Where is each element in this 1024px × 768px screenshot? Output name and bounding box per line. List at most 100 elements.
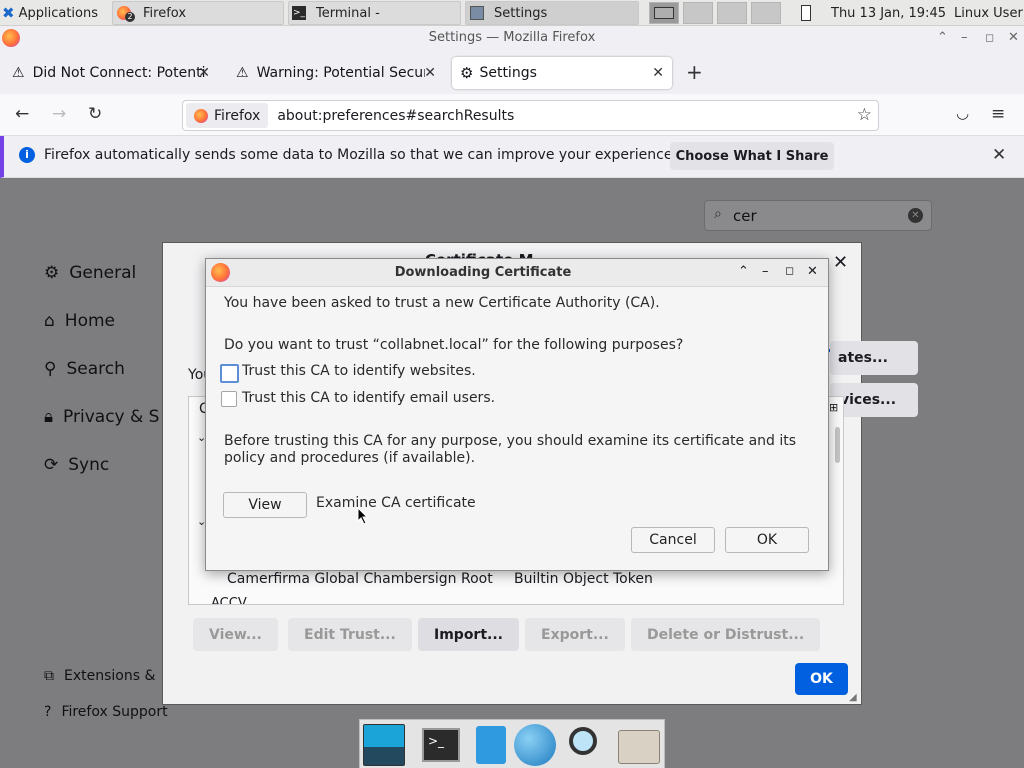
back-icon[interactable]: ← xyxy=(15,104,29,124)
user-menu[interactable]: Linux User xyxy=(954,1,1023,25)
new-tab-icon[interactable]: + xyxy=(686,60,703,84)
nav-label: Search xyxy=(66,359,125,379)
advice-text: Before trusting this CA for any purpose,… xyxy=(224,433,797,466)
tab-label: Warning: Potential Securi xyxy=(256,65,425,81)
web-browser-icon[interactable] xyxy=(514,724,556,766)
applications-label: Applications xyxy=(18,5,98,21)
close-window-icon[interactable]: ✕ xyxy=(1008,26,1019,50)
tab-warning[interactable]: ⚠ Warning: Potential Securi ✕ xyxy=(228,57,444,89)
import-button[interactable]: Import... xyxy=(418,618,519,651)
ok-button[interactable]: OK xyxy=(725,527,809,553)
warning-icon: ⚠ xyxy=(236,65,249,81)
button-label: Import... xyxy=(434,626,503,643)
forward-icon[interactable]: → xyxy=(52,104,66,124)
task-terminal[interactable]: >_ Terminal - xyxy=(288,1,461,25)
dialog-title: Downloading Certificate xyxy=(394,265,572,280)
hamburger-menu-icon[interactable]: ≡ xyxy=(991,104,1005,124)
task-firefox[interactable]: 2 Firefox xyxy=(112,1,284,25)
minimize-icon[interactable]: – xyxy=(961,26,968,50)
view-ca-button[interactable]: View xyxy=(223,492,307,518)
edit-trust-button[interactable]: Edit Trust... xyxy=(288,618,412,651)
show-desktop-icon[interactable] xyxy=(363,724,405,766)
workspace-2[interactable] xyxy=(683,2,713,24)
url-bar[interactable]: Firefox about:preferences#searchResults … xyxy=(182,100,879,131)
folder-icon[interactable] xyxy=(618,724,660,766)
trust-websites-label[interactable]: Trust this CA to identify websites. xyxy=(242,363,476,379)
nav-search[interactable]: ⚲ Search xyxy=(44,359,125,379)
nav-label: Sync xyxy=(68,455,110,475)
nav-extensions[interactable]: ⧉ Extensions & xyxy=(44,668,155,684)
nav-home[interactable]: ⌂ Home xyxy=(44,311,115,331)
chevron-up-icon[interactable]: ⌃ xyxy=(937,26,948,50)
nav-privacy[interactable]: 🔒︎ Privacy & S xyxy=(44,407,159,427)
close-tab-icon[interactable]: ✕ xyxy=(424,65,436,81)
dock: >_ xyxy=(359,719,665,768)
maximize-icon[interactable]: ◻ xyxy=(785,264,794,277)
url-text[interactable]: about:preferences#searchResults xyxy=(277,108,514,124)
tab-did-not-connect[interactable]: ⚠ Did Not Connect: Potenti ✕ xyxy=(4,57,218,89)
choose-what-i-share-button[interactable]: Choose What I Share xyxy=(670,142,834,170)
cancel-button[interactable]: Cancel xyxy=(631,527,715,553)
export-button[interactable]: Export... xyxy=(525,618,625,651)
cert-group-next[interactable]: ACCV xyxy=(211,594,247,604)
close-tab-icon[interactable]: ✕ xyxy=(198,65,210,81)
view-cert-button[interactable]: View... xyxy=(193,618,278,651)
trust-email-label[interactable]: Trust this CA to identify email users. xyxy=(242,390,495,406)
button-label: OK xyxy=(810,671,833,687)
app-finder-icon[interactable] xyxy=(564,724,606,766)
close-dialog-icon[interactable]: ✕ xyxy=(833,252,848,273)
minimize-icon[interactable]: – xyxy=(762,264,769,279)
view-caption: Examine CA certificate xyxy=(316,495,476,511)
delete-distrust-button[interactable]: Delete or Distrust... xyxy=(631,618,821,651)
tab-settings[interactable]: ⚙ Settings ✕ xyxy=(452,57,672,89)
chevron-up-icon[interactable]: ⌃ xyxy=(738,264,749,279)
close-tab-icon[interactable]: ✕ xyxy=(652,65,664,81)
data-notification-bar: i Firefox automatically sends some data … xyxy=(0,136,1024,178)
column-picker-icon[interactable]: ⊞ xyxy=(829,401,838,414)
identity-box[interactable]: Firefox xyxy=(186,103,269,128)
settings-search-input[interactable]: ⌕ cer ✕ xyxy=(704,200,932,231)
button-label: vices... xyxy=(840,392,897,408)
cert-row-name[interactable]: Camerfirma Global Chambersign Root xyxy=(227,571,493,587)
applications-menu[interactable]: ✖ Applications xyxy=(2,1,108,25)
clock[interactable]: Thu 13 Jan, 19:45 xyxy=(831,1,946,25)
file-manager-icon[interactable] xyxy=(470,724,512,766)
nav-general[interactable]: ⚙ General xyxy=(44,263,136,283)
button-label: View... xyxy=(209,626,262,643)
warning-icon: ⚠ xyxy=(12,65,25,81)
close-icon[interactable]: ✕ xyxy=(807,264,818,279)
trust-websites-checkbox[interactable] xyxy=(220,364,239,383)
reload-icon[interactable]: ↻ xyxy=(88,104,102,124)
task-settings[interactable]: Settings xyxy=(465,1,639,25)
sync-icon: ⟳ xyxy=(44,455,59,475)
side-button-1[interactable]: ates... xyxy=(830,341,918,375)
nav-support[interactable]: ? Firefox Support xyxy=(44,704,168,720)
firefox-logo-icon xyxy=(2,29,20,47)
downloading-certificate-dialog: Downloading Certificate ⌃ – ◻ ✕ You have… xyxy=(205,258,829,571)
nav-label: Privacy & S xyxy=(63,407,160,427)
cert-manager-ok-button[interactable]: OK xyxy=(795,663,848,695)
button-label: Delete or Distrust... xyxy=(647,626,805,643)
terminal-icon[interactable]: >_ xyxy=(420,724,462,766)
maximize-icon[interactable]: ◻ xyxy=(985,26,994,50)
trust-email-checkbox[interactable] xyxy=(221,391,237,407)
window-title: Settings — Mozilla Firefox xyxy=(428,30,596,45)
close-notification-icon[interactable]: ✕ xyxy=(992,145,1006,165)
monitor-icon xyxy=(654,7,674,19)
task-label: Firefox xyxy=(143,5,187,21)
bookmark-star-icon[interactable]: ☆ xyxy=(857,105,872,125)
workspace-3[interactable] xyxy=(717,2,747,24)
nav-sync[interactable]: ⟳ Sync xyxy=(44,455,109,475)
nav-label: General xyxy=(69,263,137,283)
button-label: Export... xyxy=(541,626,609,643)
scrollbar-thumb[interactable] xyxy=(835,427,840,463)
pocket-icon[interactable]: ◡ xyxy=(956,104,969,122)
nav-label: Extensions & xyxy=(64,668,156,684)
home-icon: ⌂ xyxy=(44,311,55,331)
workspace-4[interactable] xyxy=(751,2,781,24)
battery-icon[interactable] xyxy=(801,5,811,21)
nav-label: Home xyxy=(64,311,115,331)
workspace-1[interactable] xyxy=(649,2,679,24)
resize-grip-icon[interactable]: ◢ xyxy=(849,692,857,703)
clear-search-icon[interactable]: ✕ xyxy=(908,208,923,223)
